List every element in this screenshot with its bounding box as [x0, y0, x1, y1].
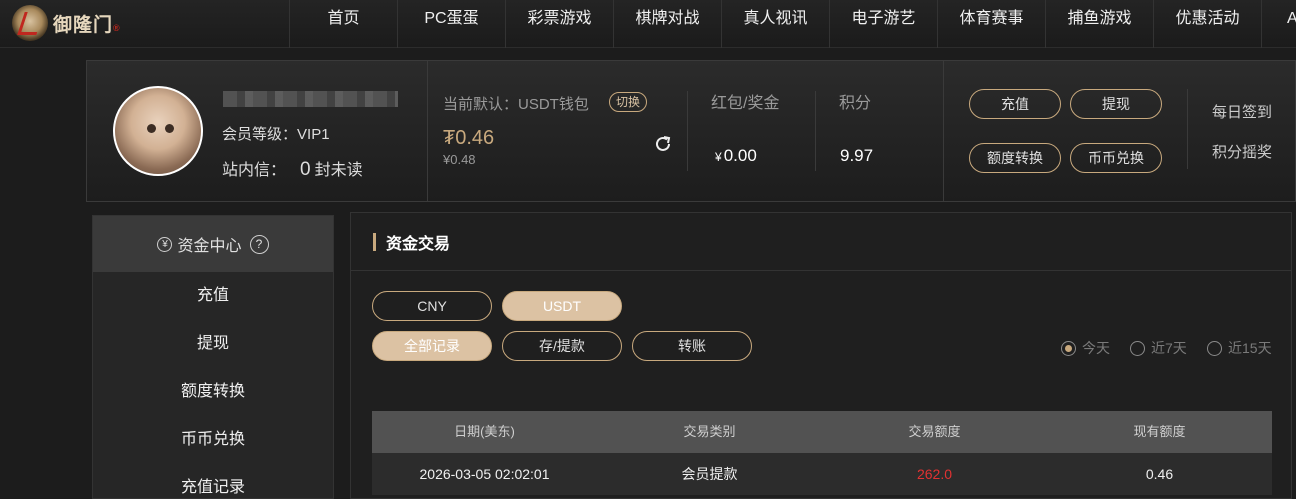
transfer-button[interactable]: 额度转换 — [969, 143, 1061, 173]
username-blurred — [223, 91, 398, 107]
divider — [1187, 89, 1188, 169]
recharge-button[interactable]: 充值 — [969, 89, 1061, 119]
sidebar-item-recharge[interactable]: 充值 — [93, 272, 333, 320]
main-nav: 首页 PC蛋蛋 彩票游戏 棋牌对战 真人视讯 电子游艺 体育赛事 捕鱼游戏 优惠… — [289, 0, 1296, 48]
default-wallet-label: 当前默认：USDT钱包 — [443, 96, 589, 113]
wallet-balance-cny: ¥0.48 — [443, 152, 476, 167]
nav-slots[interactable]: 电子游艺 — [829, 0, 937, 48]
currency-tab-usdt[interactable]: USDT — [502, 291, 622, 321]
table-header: 日期(美东) 交易类别 交易额度 现有额度 — [372, 411, 1272, 453]
panel-title: 资金交易 — [386, 235, 451, 253]
refresh-icon[interactable] — [653, 134, 673, 154]
cell-type: 会员提款 — [681, 466, 738, 482]
nav-home[interactable]: 首页 — [289, 0, 397, 48]
filter-transfer[interactable]: 转账 — [632, 331, 752, 361]
col-type: 交易类别 — [683, 424, 736, 439]
nav-live-casino[interactable]: 真人视讯 — [721, 0, 829, 48]
range-15-days[interactable]: 近15天 — [1207, 338, 1272, 358]
bonus-label: 红包/奖金 — [711, 95, 780, 112]
logo-emblem — [12, 5, 48, 41]
account-summary-card: 会员等级：VIP1 站内信： 0 封未读 当前默认：USDT钱包 切换 ₮0.46 … — [86, 60, 1296, 202]
sidebar-item-recharge-records[interactable]: 充值记录 — [93, 464, 333, 499]
divider — [943, 61, 944, 201]
cell-balance: 0.46 — [1145, 466, 1174, 482]
radio-icon — [1061, 340, 1076, 356]
radio-icon — [1130, 340, 1145, 356]
col-date: 日期(美东) — [454, 424, 515, 439]
nav-pc-egg[interactable]: PC蛋蛋 — [397, 0, 505, 48]
nav-lottery[interactable]: 彩票游戏 — [505, 0, 613, 48]
funds-sidebar: ¥ 资金中心 ? 充值 提现 额度转换 币币兑换 充值记录 — [92, 215, 334, 499]
range-7-days[interactable]: 近7天 — [1130, 338, 1187, 358]
points-lottery-link[interactable]: 积分摇奖 — [1212, 141, 1272, 162]
radio-icon — [1207, 340, 1222, 356]
exchange-button[interactable]: 币币兑换 — [1070, 143, 1162, 173]
nav-fishing[interactable]: 捕鱼游戏 — [1045, 0, 1153, 48]
currency-tab-cny[interactable]: CNY — [372, 291, 492, 321]
yen-icon: ¥ — [157, 236, 173, 252]
avatar — [113, 86, 203, 176]
cell-amount: 262.0 — [916, 466, 953, 482]
unread-count: 0 — [300, 159, 311, 180]
col-balance: 现有额度 — [1133, 424, 1186, 439]
divider — [815, 91, 816, 171]
nav-sports[interactable]: 体育赛事 — [937, 0, 1045, 48]
logo-text: 御隆门® — [53, 14, 121, 36]
filter-all-records[interactable]: 全部记录 — [372, 331, 492, 361]
title-accent — [373, 232, 376, 251]
switch-wallet-button[interactable]: 切换 — [609, 92, 648, 112]
sidebar-title: 资金中心 — [177, 238, 242, 255]
sidebar-item-withdraw[interactable]: 提现 — [93, 320, 333, 368]
panel-header: 资金交易 — [351, 213, 1291, 271]
inbox-status[interactable]: 站内信： 0 封未读 — [222, 156, 363, 181]
withdraw-button[interactable]: 提现 — [1070, 89, 1162, 119]
nav-ai[interactable]: AI — [1261, 0, 1296, 48]
cell-date: 2026-03-05 02:02:01 — [419, 466, 550, 482]
points-value: 9.97 — [840, 146, 874, 165]
range-today[interactable]: 今天 — [1061, 338, 1110, 358]
nav-promotions[interactable]: 优惠活动 — [1153, 0, 1261, 48]
sidebar-item-exchange[interactable]: 币币兑换 — [93, 416, 333, 464]
points-label: 积分 — [839, 95, 872, 112]
divider — [427, 61, 428, 201]
divider — [687, 91, 688, 171]
table-row: 2026-03-05 02:02:01 会员提款 262.0 0.46 — [372, 453, 1272, 495]
bonus-value: ¥0.00 — [715, 146, 757, 165]
sidebar-header: ¥ 资金中心 ? — [93, 216, 333, 272]
top-nav-bar: 御隆门® 首页 PC蛋蛋 彩票游戏 棋牌对战 真人视讯 电子游艺 体育赛事 捕鱼… — [0, 0, 1296, 48]
filter-deposit-withdraw[interactable]: 存/提款 — [502, 331, 622, 361]
nav-chess-cards[interactable]: 棋牌对战 — [613, 0, 721, 48]
sidebar-item-transfer[interactable]: 额度转换 — [93, 368, 333, 416]
site-logo[interactable]: 御隆门® — [12, 5, 121, 41]
funds-transaction-panel: 资金交易 CNY USDT 全部记录 存/提款 转账 今天 近7天 近15天 日… — [350, 212, 1292, 499]
col-amount: 交易额度 — [908, 424, 961, 439]
wallet-balance: ₮0.46 — [443, 127, 495, 149]
daily-checkin-link[interactable]: 每日签到 — [1212, 101, 1272, 122]
help-icon[interactable]: ? — [249, 234, 269, 254]
member-level: 会员等级：VIP1 — [222, 126, 330, 143]
